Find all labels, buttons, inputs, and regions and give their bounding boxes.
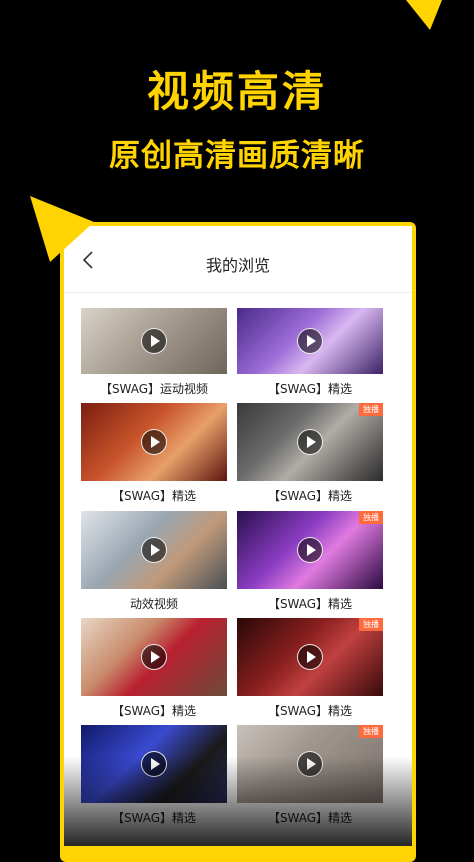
screen-header: 我的浏览 [64, 226, 412, 293]
video-card[interactable]: 独播 【SWAG】精选 [237, 511, 383, 612]
video-card[interactable]: 独播 【SWAG】精选 [237, 403, 383, 504]
video-caption: 【SWAG】精选 [267, 597, 353, 611]
video-thumbnail[interactable]: 独播 [237, 511, 383, 589]
play-icon[interactable] [297, 537, 323, 563]
yellow-triangle-left [30, 196, 94, 262]
video-card[interactable]: 【SWAG】精选 [81, 725, 227, 826]
play-icon[interactable] [141, 644, 167, 670]
video-card[interactable]: 【SWAG】运动视频 [81, 308, 227, 397]
video-caption: 【SWAG】精选 [267, 489, 353, 503]
video-caption: 【SWAG】精选 [267, 704, 353, 718]
video-caption: 【SWAG】精选 [267, 811, 353, 825]
video-caption: 【SWAG】运动视频 [99, 382, 209, 396]
video-thumbnail[interactable] [81, 725, 227, 803]
exclusive-badge: 独播 [359, 725, 383, 738]
video-card[interactable]: 动效视频 [81, 511, 227, 612]
video-caption: 【SWAG】精选 [111, 489, 197, 503]
play-icon[interactable] [141, 328, 167, 354]
video-thumbnail[interactable] [81, 618, 227, 696]
video-caption: 动效视频 [129, 597, 178, 611]
video-caption: 【SWAG】精选 [267, 382, 353, 396]
page-title: 我的浏览 [205, 256, 270, 275]
video-card[interactable]: 【SWAG】精选 [81, 618, 227, 719]
video-card[interactable]: 独播 【SWAG】精选 [237, 725, 383, 826]
play-icon[interactable] [141, 429, 167, 455]
play-icon[interactable] [297, 328, 323, 354]
video-caption: 【SWAG】精选 [111, 811, 197, 825]
video-thumbnail[interactable] [81, 403, 227, 481]
play-icon[interactable] [297, 429, 323, 455]
video-card[interactable]: 【SWAG】精选 [81, 403, 227, 504]
video-card[interactable]: 【SWAG】精选 [237, 308, 383, 397]
yellow-triangle-top-right [406, 0, 442, 30]
exclusive-badge: 独播 [359, 511, 383, 524]
video-thumbnail[interactable]: 独播 [237, 618, 383, 696]
promo-title: 视频高清 [146, 67, 327, 116]
play-icon[interactable] [297, 644, 323, 670]
video-thumbnail[interactable] [237, 308, 383, 374]
video-thumbnail[interactable]: 独播 [237, 725, 383, 803]
video-thumbnail[interactable] [81, 511, 227, 589]
promo-subtitle: 原创高清画质清晰 [109, 138, 365, 174]
play-icon[interactable] [297, 751, 323, 777]
video-thumbnail[interactable] [81, 308, 227, 374]
play-icon[interactable] [141, 537, 167, 563]
video-thumbnail[interactable]: 独播 [237, 403, 383, 481]
exclusive-badge: 独播 [359, 403, 383, 416]
play-icon[interactable] [141, 751, 167, 777]
video-card[interactable]: 独播 【SWAG】精选 [237, 618, 383, 719]
browse-history-screen: 我的浏览 【SWAG】运动视频 【SWAG】精选 【SWAG】精选 独播 【SW… [64, 226, 412, 846]
exclusive-badge: 独播 [359, 618, 383, 631]
video-caption: 【SWAG】精选 [111, 704, 197, 718]
